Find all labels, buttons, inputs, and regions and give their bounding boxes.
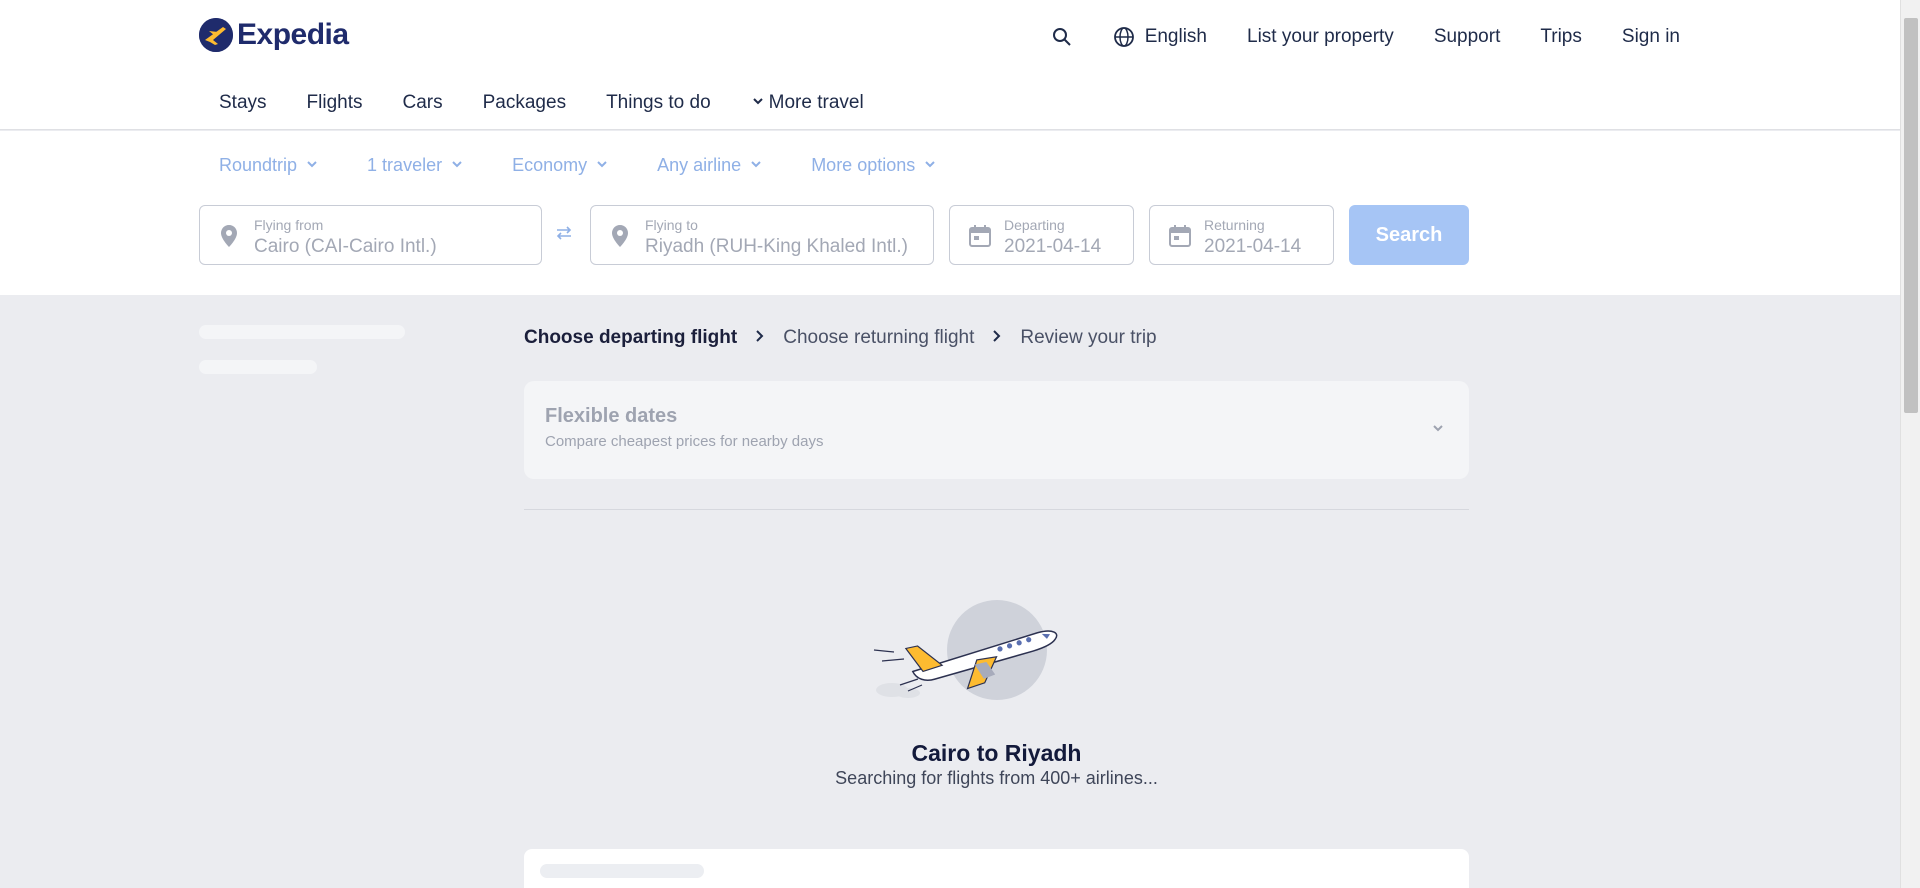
airline-dropdown[interactable]: Any airline	[657, 155, 763, 176]
more-options-label: More options	[811, 155, 916, 175]
departing-date-field[interactable]: Departing 2021-04-14	[949, 205, 1134, 265]
result-card-skeleton	[524, 849, 1469, 888]
divider	[524, 509, 1469, 510]
flight-search-panel: Roundtrip 1 traveler Economy Any airline…	[0, 131, 1900, 295]
scrollbar-thumb[interactable]	[1904, 18, 1918, 413]
expedia-logo[interactable]: Expedia	[199, 18, 349, 52]
location-pin-icon	[609, 224, 631, 253]
header: Expedia English List your property Suppo…	[0, 0, 1900, 130]
chevron-down-icon	[751, 92, 765, 114]
flexible-dates-card[interactable]: Flexible dates Compare cheapest prices f…	[524, 381, 1469, 479]
top-nav: English List your property Support Trips…	[1051, 26, 1680, 48]
cabin-class-dropdown[interactable]: Economy	[512, 155, 609, 176]
nav-more-travel[interactable]: More travel	[751, 92, 864, 114]
location-pin-icon	[218, 224, 240, 253]
support-link[interactable]: Support	[1434, 26, 1501, 48]
list-property-link[interactable]: List your property	[1247, 26, 1394, 48]
flying-to-field[interactable]: Flying to Riyadh (RUH-King Khaled Intl.)	[590, 205, 934, 265]
step-review-trip: Review your trip	[1020, 327, 1157, 348]
travelers-dropdown[interactable]: 1 traveler	[367, 155, 464, 176]
flying-to-label: Flying to	[645, 217, 698, 233]
results-subtitle: Searching for flights from 400+ airlines…	[835, 768, 1158, 788]
airline-label: Any airline	[657, 155, 742, 175]
step-choose-returning: Choose returning flight	[783, 327, 975, 348]
trips-link[interactable]: Trips	[1540, 26, 1582, 48]
flexible-dates-title: Flexible dates	[545, 405, 678, 427]
sign-in-link[interactable]: Sign in	[1622, 26, 1680, 48]
chevron-down-icon	[450, 155, 464, 176]
search-button[interactable]: Search	[1349, 205, 1469, 265]
more-options-dropdown[interactable]: More options	[811, 155, 937, 176]
airplane-illustration	[860, 595, 1080, 705]
flying-from-value: Cairo (CAI-Cairo Intl.)	[254, 236, 437, 257]
filter-skeleton	[199, 360, 317, 374]
chevron-down-icon	[749, 155, 763, 176]
departing-label: Departing	[1004, 217, 1065, 233]
nav-flights[interactable]: Flights	[307, 92, 363, 114]
nav-cars[interactable]: Cars	[403, 92, 443, 114]
language-label: English	[1144, 26, 1208, 47]
chevron-down-icon	[923, 155, 937, 176]
chevron-down-icon	[595, 155, 609, 176]
search-options: Roundtrip 1 traveler Economy Any airline…	[219, 155, 937, 176]
returning-date-field[interactable]: Returning 2021-04-14	[1149, 205, 1334, 265]
search-icon[interactable]	[1051, 26, 1073, 48]
step-choose-departing: Choose departing flight	[524, 327, 738, 348]
chevron-down-icon	[305, 155, 319, 176]
chevron-right-icon	[755, 329, 765, 348]
flying-from-label: Flying from	[254, 217, 324, 233]
logo-text: Expedia	[237, 18, 349, 51]
language-selector[interactable]: English	[1113, 26, 1207, 48]
chevron-down-icon	[1431, 421, 1445, 440]
category-nav: Stays Flights Cars Packages Things to do…	[219, 92, 864, 114]
swap-icon[interactable]	[555, 225, 573, 246]
returning-value: 2021-04-14	[1204, 236, 1302, 257]
flying-from-field[interactable]: Flying from Cairo (CAI-Cairo Intl.)	[199, 205, 542, 265]
calendar-icon	[1168, 224, 1192, 253]
logo-mark-icon	[199, 18, 233, 52]
booking-steps-breadcrumb: Choose departing flight Choose returning…	[524, 327, 1157, 349]
returning-label: Returning	[1204, 217, 1265, 233]
skeleton-bar	[540, 864, 704, 878]
more-travel-label: More travel	[768, 92, 864, 113]
flexible-dates-subtitle: Compare cheapest prices for nearby days	[545, 433, 824, 450]
trip-type-dropdown[interactable]: Roundtrip	[219, 155, 319, 176]
travelers-label: 1 traveler	[367, 155, 443, 175]
departing-value: 2021-04-14	[1004, 236, 1102, 257]
page-scrollbar[interactable]	[1900, 0, 1920, 888]
nav-packages[interactable]: Packages	[483, 92, 566, 114]
nav-things-to-do[interactable]: Things to do	[606, 92, 711, 114]
calendar-icon	[968, 224, 992, 253]
results-title: Cairo to Riyadh	[911, 740, 1082, 766]
nav-stays[interactable]: Stays	[219, 92, 267, 114]
chevron-right-icon	[992, 329, 1002, 348]
trip-type-label: Roundtrip	[219, 155, 298, 175]
filter-skeleton	[199, 325, 405, 339]
globe-icon	[1113, 26, 1135, 48]
flying-to-value: Riyadh (RUH-King Khaled Intl.)	[645, 236, 908, 257]
cabin-class-label: Economy	[512, 155, 588, 175]
